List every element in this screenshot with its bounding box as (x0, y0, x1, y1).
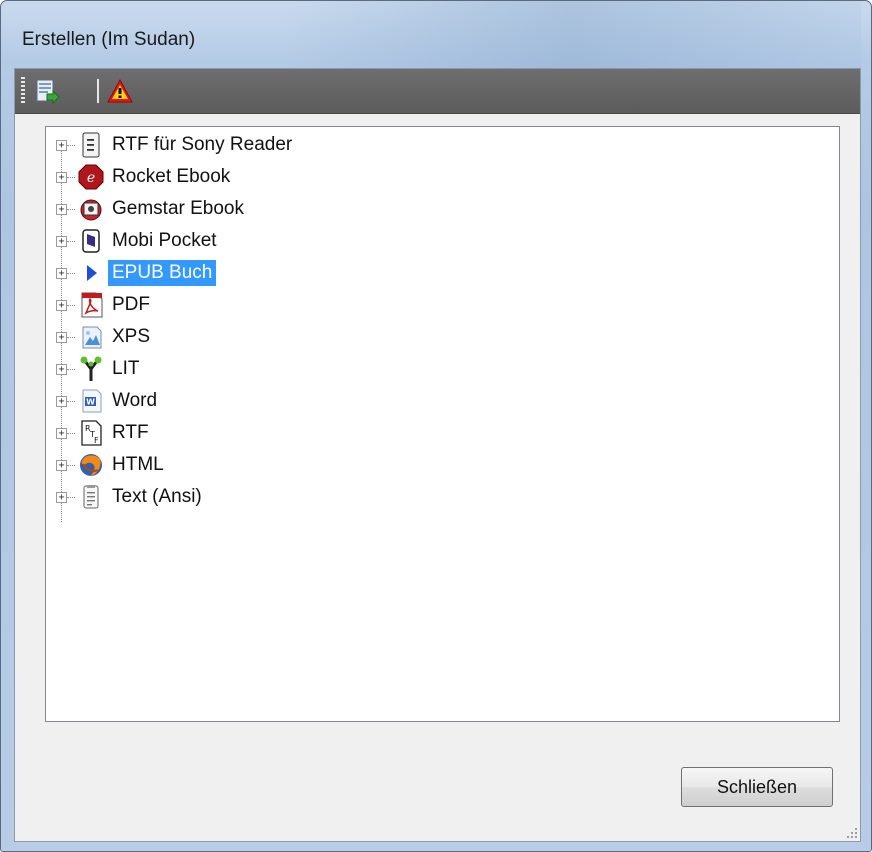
epub-arrow-icon (78, 259, 104, 287)
toolbar-separator (97, 79, 99, 103)
tree-item-label: RTF (112, 422, 149, 443)
expand-toggle[interactable]: + (56, 492, 67, 503)
tree-item-word[interactable]: + W Word (46, 387, 646, 417)
expand-toggle[interactable]: + (56, 236, 67, 247)
dialog-client-area: + RTF für Sony Reader + e Rocket Ebook +… (14, 68, 861, 842)
tree-item-label: HTML (112, 454, 164, 475)
tree-branch-line (67, 209, 75, 210)
dialog-window: Erstellen (Im Sudan) + RTF für Sony Read… (0, 0, 872, 852)
tree-item-label: Word (112, 390, 158, 411)
text-file-icon (78, 483, 104, 511)
tree-item-label: RTF für Sony Reader (112, 134, 293, 155)
word-icon: W (78, 387, 104, 415)
tree-item-label: LIT (112, 358, 140, 379)
tree-item-lit[interactable]: + LIT (46, 355, 646, 385)
expand-toggle[interactable]: + (56, 140, 67, 151)
tree-item-mobi-pocket[interactable]: + Mobi Pocket (46, 227, 646, 257)
tree-item-rtf[interactable]: + R T F RTF (46, 419, 646, 449)
expand-toggle[interactable]: + (56, 332, 67, 343)
lit-icon (78, 355, 104, 383)
firefox-html-icon (78, 451, 104, 479)
rtf-icon: R T F (78, 419, 104, 447)
export-icon[interactable] (35, 78, 61, 105)
xps-icon (78, 323, 104, 351)
tree-item-label: EPUB Buch (108, 260, 217, 286)
expand-toggle[interactable]: + (56, 460, 67, 471)
tree-item-xps[interactable]: + XPS (46, 323, 646, 353)
resize-grip[interactable] (844, 825, 858, 839)
expand-toggle[interactable]: + (56, 428, 67, 439)
tree-branch-line (67, 241, 75, 242)
sony-reader-icon (78, 131, 104, 159)
toolbar (15, 69, 860, 114)
tree-branch-line (67, 369, 75, 370)
tree-item-epub-buch[interactable]: + EPUB Buch (46, 259, 646, 289)
expand-toggle[interactable]: + (56, 204, 67, 215)
tree-branch-line (67, 145, 75, 146)
expand-toggle[interactable]: + (56, 300, 67, 311)
tree-item-rtf-sony[interactable]: + RTF für Sony Reader (46, 131, 646, 161)
toolbar-grip[interactable] (21, 77, 25, 105)
pdf-icon (78, 291, 104, 319)
tree-branch-line (67, 305, 75, 306)
tree-branch-line (67, 433, 75, 434)
svg-text:W: W (86, 398, 95, 407)
mobipocket-icon (78, 227, 104, 255)
tree-item-label: PDF (112, 294, 150, 315)
tree-branch-line (67, 337, 75, 338)
tree-branch-line (67, 401, 75, 402)
tree-item-label: Text (Ansi) (112, 486, 202, 507)
close-button[interactable]: Schließen (681, 767, 833, 807)
window-title: Erstellen (Im Sudan) (22, 29, 196, 50)
tree-item-label: Gemstar Ebook (112, 198, 244, 219)
gemstar-ebook-icon (78, 195, 104, 223)
tree-item-gemstar-ebook[interactable]: + Gemstar Ebook (46, 195, 646, 225)
expand-toggle[interactable]: + (56, 364, 67, 375)
tree-item-pdf[interactable]: + PDF (46, 291, 646, 321)
expand-toggle[interactable]: + (56, 396, 67, 407)
tree-item-text-ansi[interactable]: + Text (Ansi) (46, 483, 646, 513)
expand-toggle[interactable]: + (56, 172, 67, 183)
warning-icon[interactable] (107, 78, 133, 104)
tree-item-label: Mobi Pocket (112, 230, 217, 251)
tree-item-rocket-ebook[interactable]: + e Rocket Ebook (46, 163, 646, 193)
tree-item-label: XPS (112, 326, 151, 347)
svg-text:e: e (87, 170, 95, 186)
rocket-ebook-icon: e (78, 163, 104, 191)
tree-item-html[interactable]: + HTML (46, 451, 646, 481)
format-tree[interactable]: + RTF für Sony Reader + e Rocket Ebook +… (45, 126, 840, 722)
tree-item-label: Rocket Ebook (112, 166, 231, 187)
tree-branch-line (67, 465, 75, 466)
svg-text:F: F (94, 436, 99, 445)
tree-branch-line (67, 497, 75, 498)
expand-toggle[interactable]: + (56, 268, 67, 279)
tree-branch-line (67, 177, 75, 178)
tree-branch-line (67, 273, 75, 274)
